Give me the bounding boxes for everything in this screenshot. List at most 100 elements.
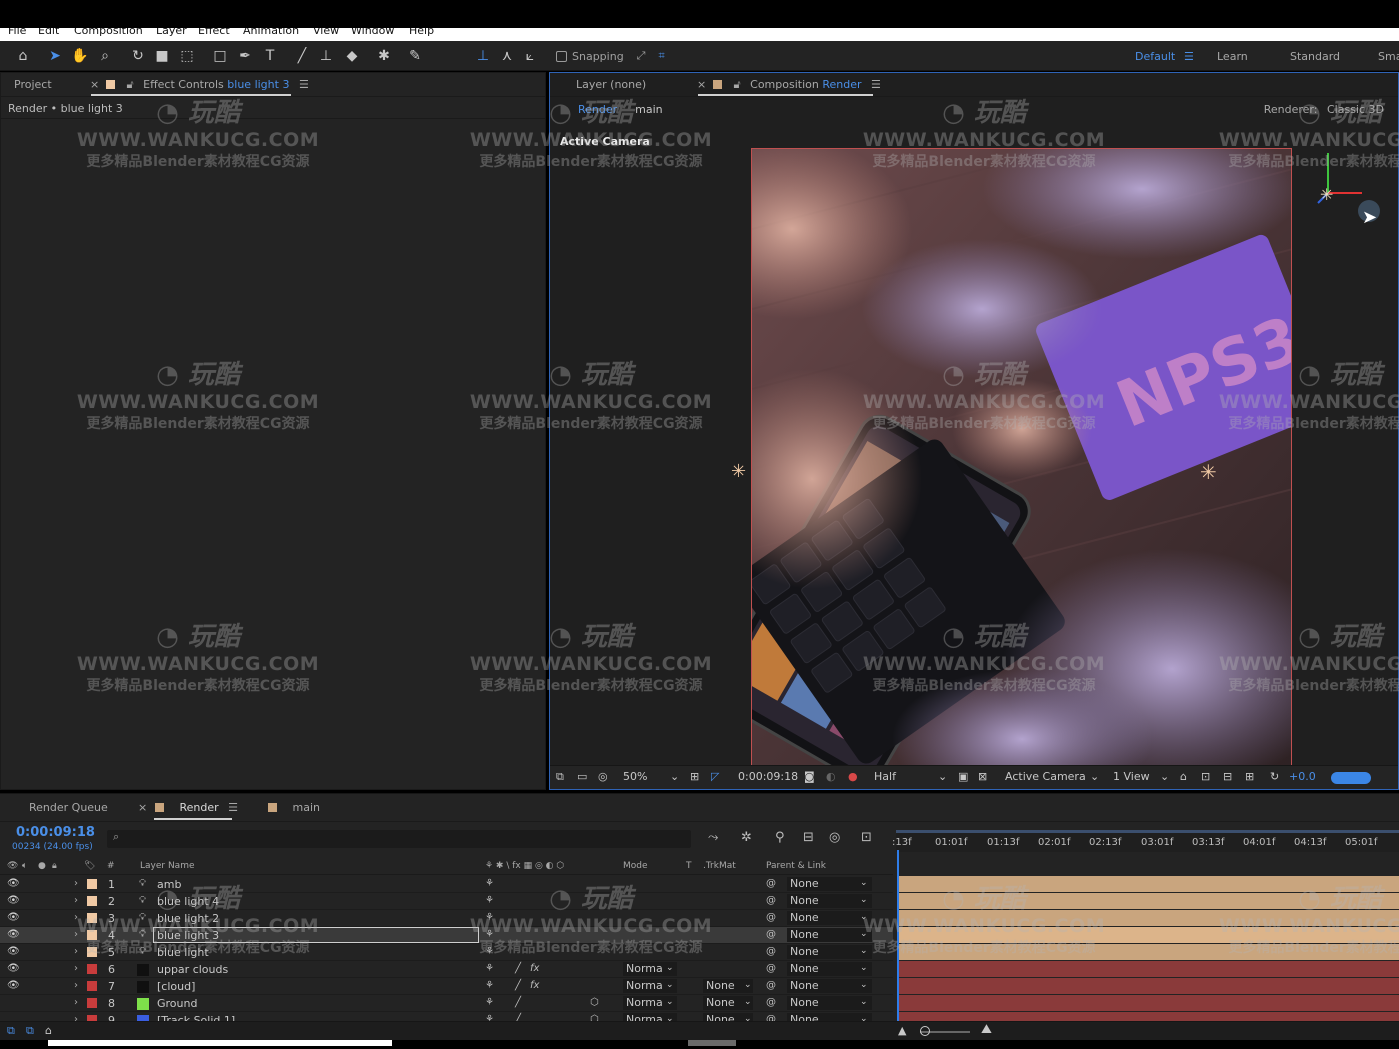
layer-row[interactable]: 👁︎ › 6 uppar clouds ⚘ ╱ fx Norma ⌄ @ None ⌄ (0, 961, 893, 978)
breadcrumb-main[interactable]: main (635, 103, 662, 116)
chevron-down-icon[interactable]: ⌄ (860, 912, 868, 922)
snapping-checkbox[interactable] (556, 50, 567, 62)
menu-window[interactable]: Window (351, 28, 394, 37)
layer-row[interactable]: 👁︎ › 1 💡︎ amb ⚘ @ None ⌄ (0, 876, 893, 893)
shy-switch-icon[interactable]: ⚘ (485, 997, 494, 1008)
home-icon[interactable]: ⌂ (13, 46, 33, 66)
label-color-swatch[interactable] (87, 998, 97, 1008)
timeline-scrollbar[interactable] (688, 1040, 736, 1046)
workspace-standard[interactable]: Standard (1290, 50, 1340, 63)
timeline-current-time[interactable]: 0:00:09:18 (16, 825, 95, 840)
close-icon[interactable]: × (697, 78, 706, 91)
menu-animation[interactable]: Animation (243, 28, 299, 37)
flowchart-icon[interactable]: ⊟ (1223, 770, 1232, 783)
tab-layer[interactable]: Layer (none) (576, 78, 646, 91)
layer-name[interactable]: blue light 2 (157, 912, 219, 925)
local-axis-icon[interactable]: ⊥ (473, 46, 493, 66)
comp-switch-icon[interactable]: ⧉ (7, 1024, 15, 1038)
region-icon[interactable]: ◸ (711, 770, 719, 783)
layer-name[interactable]: blue light 4 (157, 895, 219, 908)
timeline-link-icon[interactable]: ⊞ (1245, 770, 1254, 783)
expand-chevron-icon[interactable]: › (74, 929, 78, 940)
views-layout-dropdown[interactable]: 1 View (1113, 770, 1150, 783)
chevron-down-icon[interactable]: ⌄ (860, 895, 868, 905)
tab-composition[interactable]: 🔓︎ Composition Render ☰ (713, 78, 881, 92)
safe-zones-icon[interactable]: ⊞ (690, 770, 699, 783)
chevron-down-icon[interactable]: ⌄ (666, 963, 674, 973)
pan-behind-icon[interactable]: ⬚ (177, 46, 197, 66)
snapshot-icon[interactable]: ◙ (804, 770, 815, 783)
workspace-menu-icon[interactable]: ☰ (1184, 50, 1194, 63)
lock-column-icon[interactable]: 🔒︎ (52, 861, 57, 871)
chevron-down-icon[interactable]: ⌄ (860, 997, 868, 1007)
close-icon[interactable]: × (90, 78, 99, 91)
expand-chevron-icon[interactable]: › (74, 912, 78, 923)
pickwhip-icon[interactable]: @ (766, 946, 776, 957)
snap-features-icon[interactable]: ⌗ (658, 49, 664, 63)
zoom-in-icon[interactable]: ⛰ (981, 1022, 992, 1037)
pixel-aspect-icon[interactable]: ⌂ (1180, 770, 1187, 783)
layer-duration-bar[interactable] (899, 893, 1399, 909)
visibility-eye-icon[interactable]: 👁︎ (7, 895, 20, 906)
shy-switch-icon[interactable]: ⚘ (485, 929, 494, 940)
current-time[interactable]: 0:00:09:18 (738, 770, 798, 783)
shy-switch-icon[interactable]: ⚘ (485, 912, 494, 923)
snap-edges-icon[interactable]: ⤢ (637, 49, 646, 63)
zoom-dropdown[interactable]: 50% (623, 770, 647, 783)
layer-duration-bar[interactable] (899, 944, 1399, 960)
reset-exposure-icon[interactable]: ↻ (1270, 770, 1279, 783)
shy-layers-icon[interactable]: ⚲ (775, 830, 785, 845)
transparency-grid-icon[interactable]: ⊠ (978, 770, 987, 783)
shy-switch-icon[interactable]: ⚘ (485, 895, 494, 906)
menu-composition[interactable]: Composition (74, 28, 143, 37)
layer-search-input[interactable]: ⌕ (107, 830, 691, 848)
renderer-info[interactable]: Renderer: Classic 3D (1264, 103, 1384, 116)
chevron-down-icon[interactable]: ⌄ (1090, 770, 1099, 783)
panel-menu-icon[interactable]: ☰ (299, 78, 309, 91)
toggle-switches-icon[interactable]: ⧉ (26, 1024, 34, 1038)
label-color-swatch[interactable] (87, 981, 97, 991)
zoom-out-icon[interactable]: ▲ (898, 1024, 906, 1037)
pickwhip-icon[interactable]: @ (766, 963, 776, 974)
shy-switch-icon[interactable]: ⚘ (485, 963, 494, 974)
snapping-toggle[interactable]: Snapping ⤢ ⌗ (556, 49, 665, 63)
layer-name[interactable]: uppar clouds (157, 963, 228, 976)
rectangle-icon[interactable]: □ (210, 46, 230, 66)
label-color-swatch[interactable] (87, 930, 97, 940)
visibility-eye-icon[interactable]: 👁︎ (7, 980, 20, 991)
label-color-swatch[interactable] (87, 879, 97, 889)
selection-icon[interactable]: ➤ (45, 46, 65, 66)
zoom-icon[interactable]: ⌕ (95, 46, 115, 66)
tab-main[interactable]: main (268, 801, 320, 814)
monitor-icon[interactable]: ▭ (577, 770, 587, 783)
pickwhip-icon[interactable]: @ (766, 997, 776, 1008)
layer-row[interactable]: 👁︎ › 3 💡︎ blue light 2 ⚘ @ None ⌄ (0, 910, 893, 927)
frame-blending-icon[interactable]: ⊟ (803, 830, 814, 845)
pickwhip-icon[interactable]: @ (766, 878, 776, 889)
visibility-eye-icon[interactable]: 👁︎ (7, 946, 20, 957)
shy-switch-icon[interactable]: ⚘ (485, 878, 494, 889)
channels-icon[interactable]: ● (848, 770, 858, 783)
exposure-slider[interactable] (1331, 772, 1371, 784)
layer-name-edit-box[interactable] (153, 927, 479, 943)
quality-switch-icon[interactable]: ╱ (515, 980, 521, 991)
hand-icon[interactable]: ✋ (70, 46, 90, 66)
shy-switch-icon[interactable]: ⚘ (485, 980, 494, 991)
solo-icon[interactable]: ● (38, 861, 46, 871)
expand-chevron-icon[interactable]: › (74, 946, 78, 957)
clone-stamp-icon[interactable]: ⊥ (316, 46, 336, 66)
view-axis-icon[interactable]: ⟀ (520, 46, 540, 66)
tab-render[interactable]: Render ☰ (155, 801, 238, 814)
3d-layer-icon[interactable]: ⬡ (590, 997, 599, 1008)
panel-menu-icon[interactable]: ☰ (871, 78, 881, 91)
menu-help[interactable]: Help (409, 28, 434, 37)
workspace-small[interactable]: Sma (1378, 50, 1399, 63)
workspace-default[interactable]: Default (1135, 50, 1175, 63)
quality-switch-icon[interactable]: ╱ (515, 963, 521, 974)
type-icon[interactable]: T (260, 46, 280, 66)
tab-effect-controls[interactable]: 🔓︎ Effect Controls blue light 3 ☰ (106, 78, 309, 92)
visibility-eye-icon[interactable]: 👁︎ (7, 929, 20, 940)
camera-icon[interactable]: ■ (152, 46, 172, 66)
mask-icon[interactable]: ◎ (598, 770, 608, 783)
composition-viewport[interactable]: NPS3D RIFT (751, 148, 1292, 765)
